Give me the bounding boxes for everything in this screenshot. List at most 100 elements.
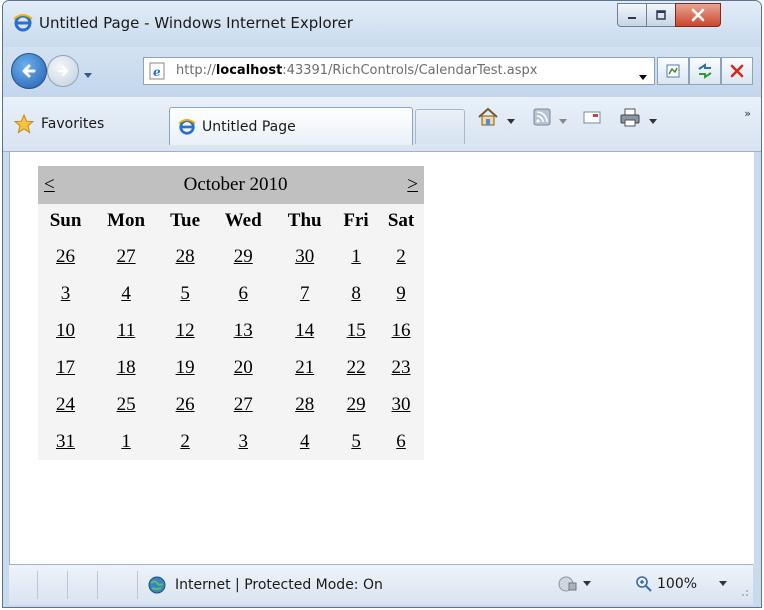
calendar-day-link[interactable]: 26: [56, 246, 75, 267]
calendar-day-link[interactable]: 9: [396, 283, 406, 304]
calendar-day-link[interactable]: 6: [396, 431, 406, 452]
calendar-day-link[interactable]: 20: [234, 357, 253, 378]
tab-untitled-page[interactable]: Untitled Page: [169, 107, 413, 145]
status-cell: [67, 571, 98, 599]
minimize-button[interactable]: [617, 3, 647, 27]
calendar-day-link[interactable]: 30: [392, 394, 411, 415]
next-month-link[interactable]: >: [407, 174, 418, 195]
calendar-day-link[interactable]: 12: [176, 320, 195, 341]
chevron-down-icon: [639, 75, 647, 80]
close-window-button[interactable]: [675, 3, 721, 27]
calendar-day-link[interactable]: 2: [180, 431, 190, 452]
calendar-day-link[interactable]: 24: [56, 394, 75, 415]
calendar-day-link[interactable]: 13: [234, 320, 253, 341]
calendar-day-link[interactable]: 14: [295, 320, 314, 341]
chevron-down-icon: [583, 581, 591, 586]
calendar-day-link[interactable]: 3: [238, 431, 248, 452]
zoom-control[interactable]: 100%: [635, 575, 728, 593]
calendar-day-link[interactable]: 4: [121, 283, 131, 304]
calendar-day-link[interactable]: 17: [56, 357, 75, 378]
calendar-day-link[interactable]: 23: [392, 357, 411, 378]
calendar-day-link[interactable]: 27: [117, 246, 136, 267]
ie-logo-icon: [13, 13, 33, 37]
tab-label: Untitled Page: [202, 118, 296, 135]
status-cell: [37, 571, 68, 599]
feeds-dropdown[interactable]: [559, 110, 567, 129]
calendar-day-link[interactable]: 10: [56, 320, 75, 341]
calendar-day-link[interactable]: 3: [61, 283, 71, 304]
read-mail-button[interactable]: [583, 109, 601, 129]
close-icon: [691, 8, 705, 22]
calendar-day-link[interactable]: 16: [392, 320, 411, 341]
stop-button[interactable]: [721, 57, 753, 85]
compatibility-view-button[interactable]: [657, 57, 689, 85]
calendar-day-link[interactable]: 25: [117, 394, 136, 415]
favorites-button[interactable]: Favorites: [13, 113, 104, 135]
calendar-day-link[interactable]: 26: [176, 394, 195, 415]
print-button[interactable]: [619, 107, 641, 131]
calendar-day-link[interactable]: 5: [351, 431, 361, 452]
toolbar-overflow-button[interactable]: »: [744, 107, 751, 120]
calendar-month-title: October 2010: [93, 166, 379, 204]
calendar-day-link[interactable]: 29: [347, 394, 366, 415]
address-field[interactable]: e http://localhost:43391/RichControls/Ca…: [143, 57, 655, 85]
ie-logo-icon: [178, 118, 196, 135]
calendar-week-row: 17 18 19 20 21 22 23: [38, 349, 424, 386]
new-tab-button[interactable]: [415, 109, 465, 144]
calendar-day-link[interactable]: 29: [234, 246, 253, 267]
status-cell: [9, 571, 38, 599]
calendar-day-link[interactable]: 2: [396, 246, 406, 267]
protected-mode-button[interactable]: [557, 575, 591, 593]
calendar-day-link[interactable]: 15: [347, 320, 366, 341]
calendar-day-link[interactable]: 5: [180, 283, 190, 304]
maximize-button[interactable]: [646, 3, 676, 27]
resize-grip[interactable]: [739, 582, 749, 601]
calendar-day-link[interactable]: 11: [117, 320, 135, 341]
globe-icon: [148, 576, 166, 594]
calendar-day-link[interactable]: 21: [295, 357, 314, 378]
calendar-day-link[interactable]: 6: [238, 283, 248, 304]
previous-month-link[interactable]: <: [44, 174, 55, 195]
calendar-day-link[interactable]: 31: [56, 431, 75, 452]
weekday-header: Wed: [224, 210, 262, 231]
calendar-day-link[interactable]: 7: [300, 283, 310, 304]
print-dropdown[interactable]: [649, 110, 657, 129]
calendar: < October 2010 > Sun Mon Tue Wed Thu Fri…: [38, 166, 424, 460]
calendar-day-link[interactable]: 22: [347, 357, 366, 378]
page-icon: e: [148, 62, 166, 84]
home-icon: [478, 107, 498, 126]
calendar-day-link[interactable]: 4: [300, 431, 310, 452]
forward-button[interactable]: [47, 55, 79, 87]
refresh-button[interactable]: [689, 57, 721, 85]
feeds-button[interactable]: [533, 108, 551, 130]
calendar-day-link[interactable]: 28: [176, 246, 195, 267]
back-button[interactable]: [11, 53, 47, 89]
calendar-day-link[interactable]: 28: [295, 394, 314, 415]
calendar-day-link[interactable]: 30: [295, 246, 314, 267]
weekday-header: Fri: [343, 210, 369, 231]
recent-pages-dropdown[interactable]: [83, 65, 93, 84]
chevron-down-icon: [84, 73, 92, 78]
calendar-day-link[interactable]: 8: [351, 283, 361, 304]
calendar-day-link[interactable]: 1: [121, 431, 131, 452]
calendar-day-link[interactable]: 18: [117, 357, 136, 378]
printer-icon: [620, 108, 640, 127]
address-dropdown[interactable]: [638, 67, 648, 86]
calendar-day-link[interactable]: 27: [234, 394, 253, 415]
title-bar: Untitled Page - Windows Internet Explore…: [3, 1, 761, 47]
address-bar-row: e http://localhost:43391/RichControls/Ca…: [3, 47, 761, 97]
window-title: Untitled Page - Windows Internet Explore…: [39, 14, 353, 32]
rss-feed-icon: [533, 108, 551, 126]
favorites-label: Favorites: [41, 116, 105, 132]
calendar-week-row: 26 27 28 29 30 1 2: [38, 238, 424, 275]
minimize-icon: [628, 17, 636, 19]
home-button[interactable]: [477, 107, 499, 131]
calendar-day-link[interactable]: 1: [351, 246, 361, 267]
status-bar: Internet | Protected Mode: On 100%: [9, 564, 753, 605]
calendar-day-link[interactable]: 19: [176, 357, 195, 378]
security-zone[interactable]: Internet | Protected Mode: On: [147, 575, 383, 595]
zoom-magnifier-icon: [636, 576, 652, 592]
mail-icon: [583, 111, 601, 124]
home-dropdown[interactable]: [507, 110, 515, 129]
calendar-prev-cell: <: [38, 166, 94, 204]
